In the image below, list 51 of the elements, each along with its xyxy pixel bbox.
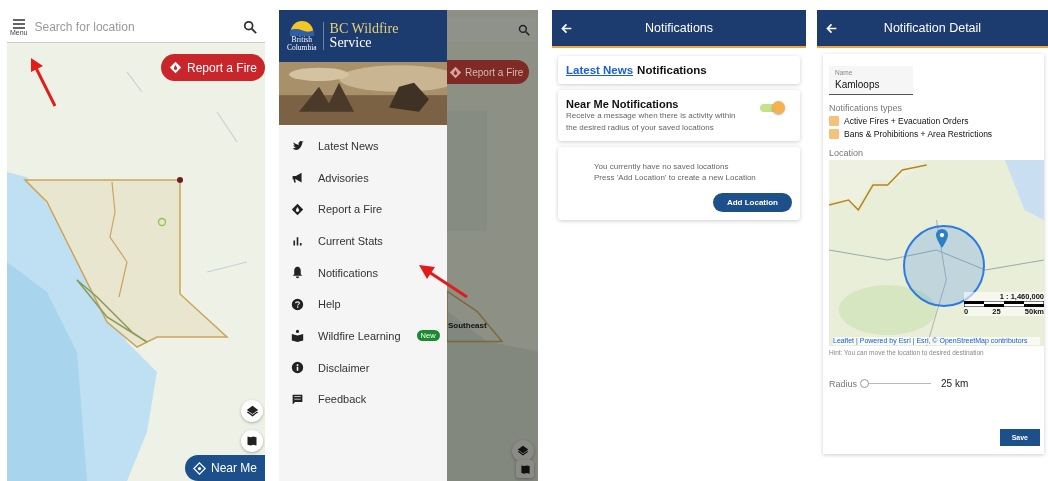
report-fire-button[interactable]: Report a Fire: [160, 54, 265, 81]
menu-item[interactable]: Feedback: [279, 383, 447, 416]
slider-thumb[interactable]: [860, 379, 869, 388]
section-label: Location: [829, 148, 865, 158]
add-location-button[interactable]: Add Location: [712, 193, 792, 212]
map-icon: [246, 435, 258, 447]
help-icon: [291, 297, 304, 311]
menu-item[interactable]: Advisories: [279, 161, 447, 194]
latest-news-link[interactable]: Latest News: [566, 64, 634, 76]
layers-icon: [245, 404, 259, 418]
checkbox-label: Bans & Prohibitions + Area Restrictions: [844, 129, 993, 139]
location-pin-icon[interactable]: [935, 229, 949, 248]
search-icon[interactable]: [243, 20, 257, 34]
card-title: Notifications: [637, 64, 707, 76]
logo-title: BC Wildfire Service: [322, 22, 399, 50]
comment-icon: [291, 392, 304, 406]
radius-value: 25 km: [941, 378, 969, 389]
target-icon: [193, 461, 206, 475]
empty-message: Press 'Add Location' to create a new Location: [594, 172, 757, 183]
pointer-arrow: [29, 58, 59, 108]
sun-icon: [287, 20, 316, 36]
menu-item[interactable]: Help: [279, 288, 447, 321]
checkbox-label: Active Fires + Evacuation Orders: [844, 116, 969, 126]
empty-message: You currently have no saved locations: [594, 161, 730, 172]
back-arrow-icon[interactable]: [560, 21, 573, 35]
megaphone-icon: [291, 171, 304, 185]
fire-icon: [168, 61, 182, 74]
menu-item[interactable]: Current Stats: [279, 225, 447, 257]
menu-item[interactable]: Latest News: [279, 130, 447, 162]
card-title: Near Me Notifications: [566, 98, 680, 110]
section-label: Notifications types: [829, 103, 904, 113]
menu-item[interactable]: Disclaimer: [279, 351, 447, 384]
back-arrow-icon[interactable]: [825, 21, 838, 35]
reader-icon: [291, 329, 304, 343]
top-app-bar: Notification Detail: [817, 10, 1048, 48]
bars-icon: [291, 234, 304, 248]
bird-icon: [291, 139, 304, 153]
top-app-bar: Notifications: [552, 10, 806, 48]
bell-icon: [291, 266, 304, 280]
menu-item[interactable]: Notifications: [279, 256, 447, 289]
radius-label: Radius: [829, 378, 857, 389]
card-description: Receive a message when there is activity within the desired radius of your saved locations: [566, 110, 736, 133]
menu-item[interactable]: Report a Fire: [279, 193, 447, 226]
fire-icon: [291, 202, 304, 216]
menu-icon: [12, 18, 25, 29]
near-me-button[interactable]: Near Me: [185, 455, 265, 481]
checkbox[interactable]: [829, 116, 839, 126]
search-field[interactable]: Search for location: [30, 12, 243, 42]
checkbox[interactable]: [829, 129, 839, 139]
toggle-switch[interactable]: [760, 104, 782, 112]
info-icon: [291, 361, 304, 375]
